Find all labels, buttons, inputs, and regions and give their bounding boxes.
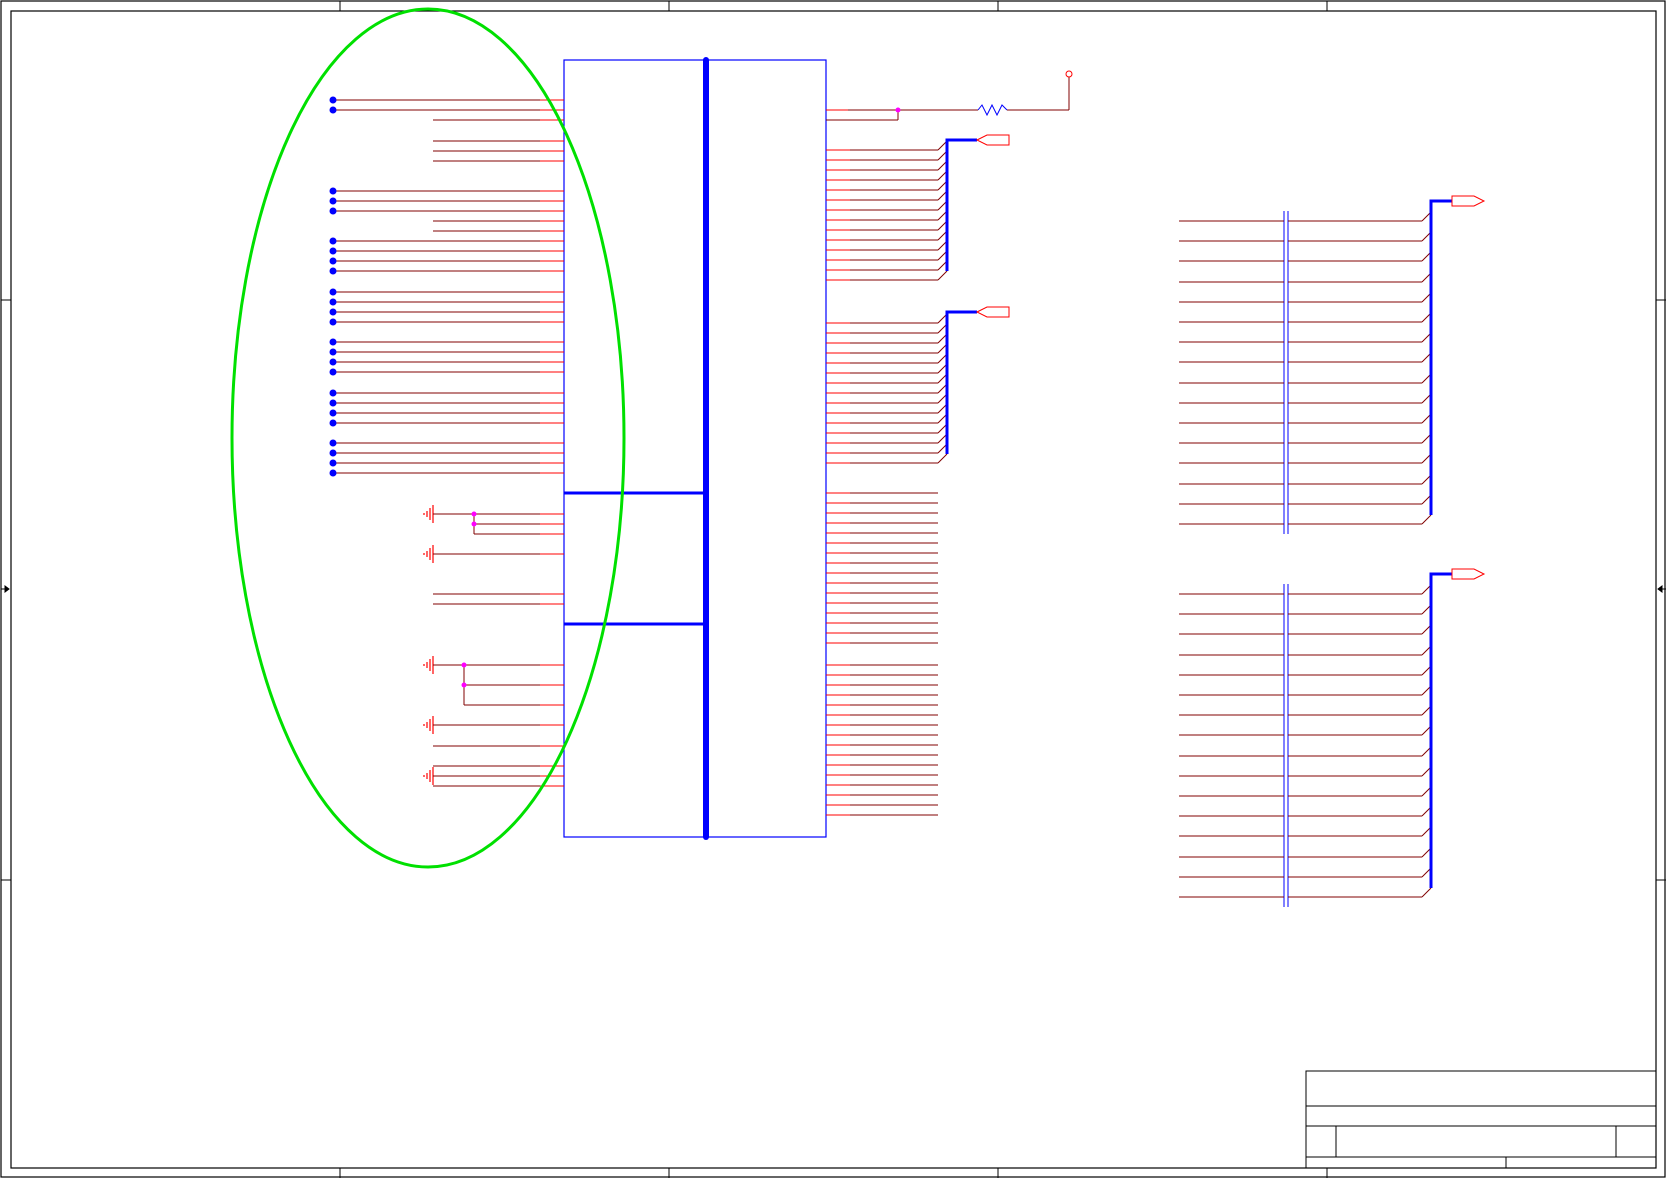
- ground-icon: [423, 545, 434, 563]
- far-right-bus-group: [1179, 195, 1486, 907]
- net-dot: [329, 207, 337, 215]
- zone-arrow-left: [1, 585, 10, 593]
- bus-port-icon: [975, 134, 1010, 146]
- junction-dot: [461, 682, 467, 688]
- net-dot: [329, 96, 337, 104]
- bus-entry: [1421, 514, 1432, 525]
- net-dot: [329, 257, 337, 265]
- junction-dot: [471, 521, 477, 527]
- net-dot: [329, 197, 337, 205]
- bus-line: [945, 310, 977, 454]
- bus-entry: [937, 453, 948, 464]
- junction-dot: [895, 107, 901, 113]
- net-dot: [329, 368, 337, 376]
- ground-icon: [423, 716, 434, 734]
- net-dot: [329, 237, 337, 245]
- main-ic-outline: [563, 59, 827, 838]
- junction-dot: [471, 511, 477, 517]
- net-dot: [329, 389, 337, 397]
- power-port: [1065, 70, 1073, 78]
- bus-line: [1429, 199, 1452, 515]
- bus-entry: [1421, 887, 1432, 898]
- right-pin-group: [826, 134, 1010, 816]
- ground-symbol-group: [423, 505, 564, 787]
- net-dot: [329, 419, 337, 427]
- bus-line: [945, 138, 977, 271]
- net-dot: [329, 267, 337, 275]
- ground-icon: [423, 505, 434, 523]
- bus-entry: [937, 270, 948, 281]
- bus-port-icon: [1451, 195, 1486, 207]
- net-dot: [329, 409, 337, 417]
- main-ic-bus-cap-top: [703, 57, 709, 63]
- main-ic-bus-cap-bottom: [703, 834, 709, 840]
- net-dot: [329, 399, 337, 407]
- highlight-ellipse: [230, 7, 626, 869]
- net-dot: [329, 459, 337, 467]
- net-dot: [329, 308, 337, 316]
- junction-dot: [461, 662, 467, 668]
- net-dot: [329, 469, 337, 477]
- net-dot: [329, 288, 337, 296]
- net-dot: [329, 187, 337, 195]
- bus-line: [1429, 572, 1452, 888]
- net-dot: [329, 318, 337, 326]
- net-dot: [329, 298, 337, 306]
- net-dot: [329, 449, 337, 457]
- net-dot: [329, 338, 337, 346]
- sheet-border: [0, 0, 1666, 1178]
- left-pin-group: [329, 96, 564, 747]
- schematic-sheet: [0, 0, 1666, 1178]
- net-dot: [329, 358, 337, 366]
- pullup-resistor: [826, 70, 1073, 121]
- net-dot: [329, 348, 337, 356]
- title-block: [1305, 1070, 1657, 1169]
- main-ic: [563, 57, 827, 840]
- ground-icon: [423, 656, 434, 674]
- bus-port-icon: [1451, 568, 1486, 580]
- bus-port-icon: [975, 306, 1010, 318]
- zone-ticks: [1, 1, 1666, 1178]
- net-dot: [329, 106, 337, 114]
- net-dot: [329, 439, 337, 447]
- net-dot: [329, 247, 337, 255]
- ground-icon: [423, 767, 434, 785]
